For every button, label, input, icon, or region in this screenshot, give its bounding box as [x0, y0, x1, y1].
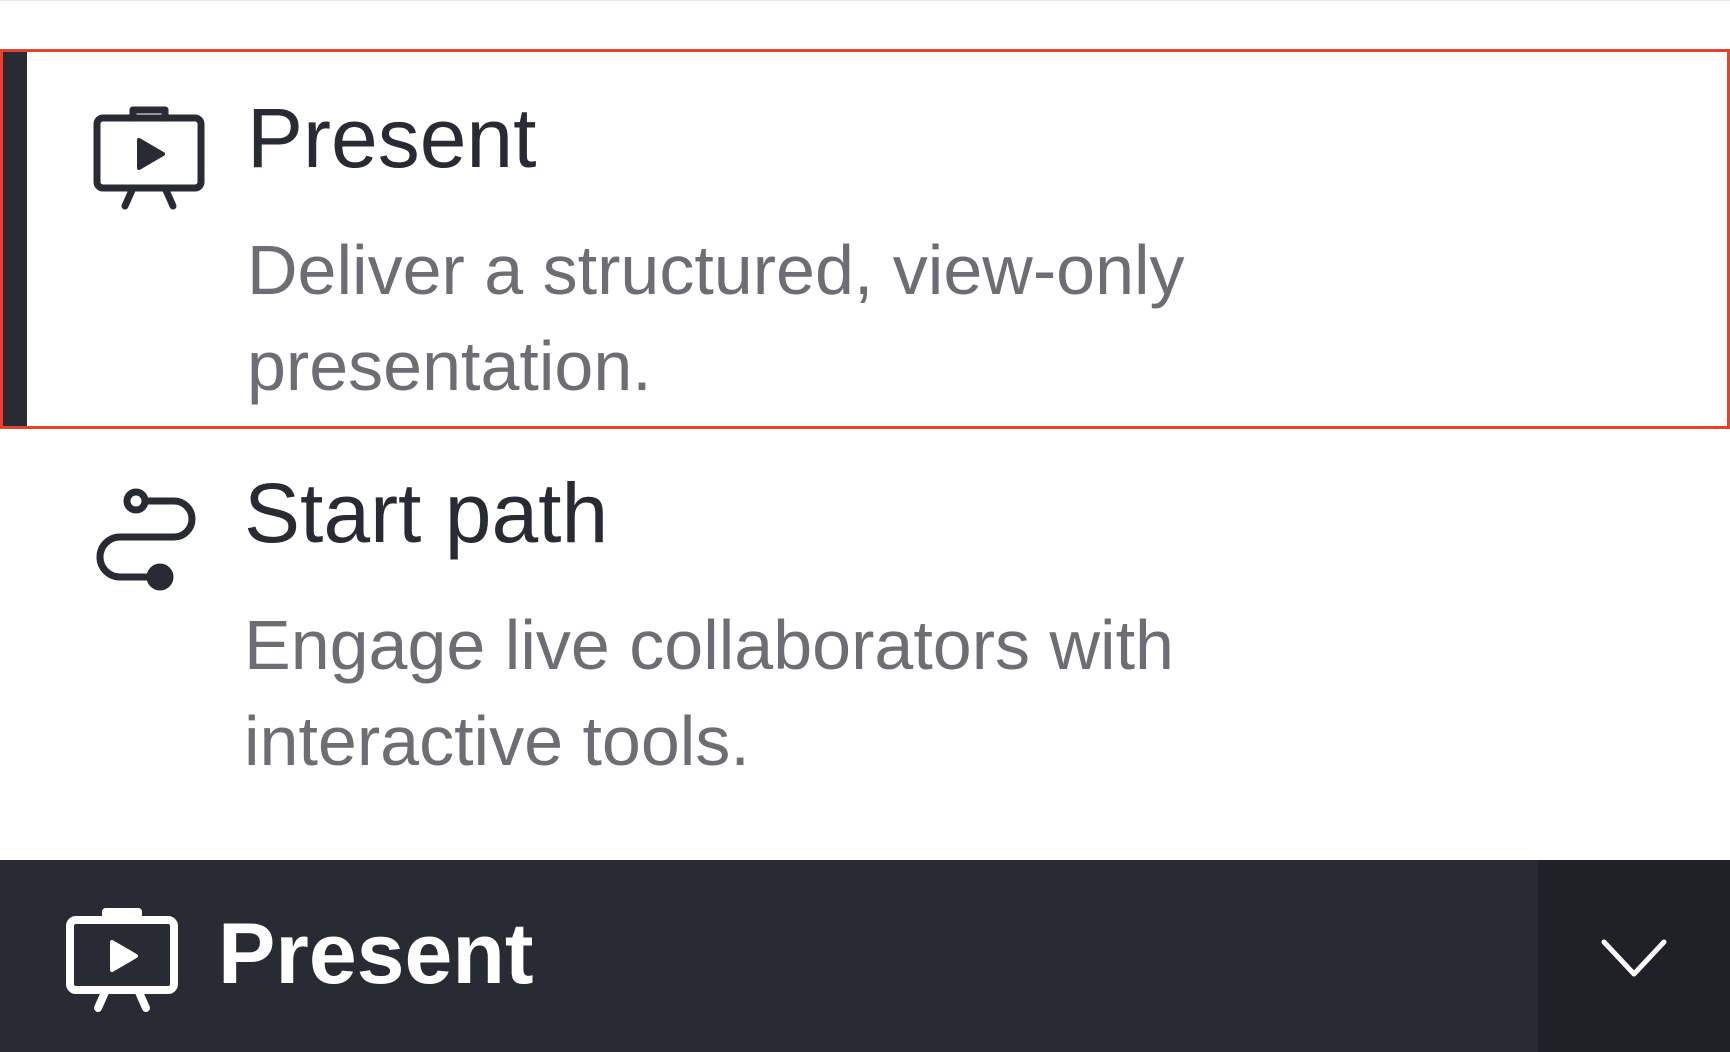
present-button-label: Present [218, 906, 534, 1002]
present-easel-icon [66, 906, 178, 1018]
present-easel-icon [93, 104, 205, 216]
menu-option-present[interactable]: Present Deliver a structured, view-only … [0, 49, 1730, 429]
present-mode-menu: Present Deliver a structured, view-only … [0, 0, 1730, 860]
menu-option-title: Present [247, 91, 537, 185]
present-mode-page: Present Deliver a structured, view-only … [0, 0, 1730, 1052]
menu-option-description: Engage live collaborators with interacti… [244, 606, 1174, 780]
chevron-down-icon [1601, 939, 1667, 977]
present-button[interactable]: Present [0, 860, 1538, 1052]
selected-indicator [3, 52, 27, 426]
present-options-toggle[interactable] [1538, 860, 1730, 1052]
menu-option-start-path[interactable]: Start path Engage live collaborators wit… [0, 429, 1730, 859]
path-icon [90, 483, 202, 595]
menu-option-title: Start path [244, 466, 609, 560]
present-split-button: Present [0, 860, 1730, 1052]
menu-option-description: Deliver a structured, view-only presenta… [247, 231, 1185, 405]
